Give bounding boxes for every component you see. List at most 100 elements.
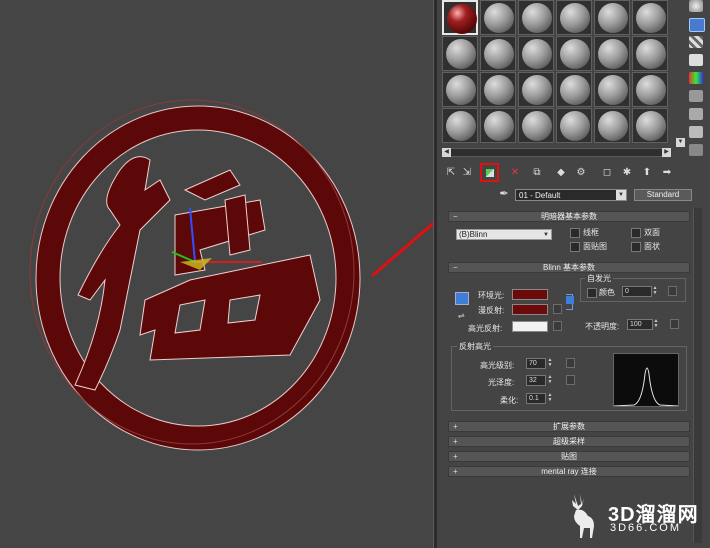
specular-color-swatch[interactable] [512,321,548,332]
spinner-arrows-icon[interactable]: ▲ ▼ [652,286,658,297]
rollout-shader-basic-params[interactable]: − 明暗器基本参数 [448,211,690,222]
rollout-title: Blinn 基本参数 [542,263,595,272]
sample-type-icon[interactable] [689,0,703,12]
diffuse-color-swatch[interactable] [512,304,548,315]
sample-slot[interactable] [632,108,668,143]
specular-level-spinner[interactable]: 70 [526,358,546,369]
select-by-material-icon[interactable] [689,126,703,138]
reset-map-icon[interactable]: ✕ [508,166,522,180]
self-illum-map-button[interactable] [668,286,677,296]
sample-slot[interactable] [594,108,630,143]
go-forward-sibling-icon[interactable]: ➡ [660,166,674,180]
specular-level-map-button[interactable] [566,358,575,368]
sample-slot[interactable] [442,108,478,143]
make-unique-icon[interactable]: ⧉ [530,166,544,180]
rollout-mental-ray-connection[interactable]: + mental ray 连接 [448,466,690,477]
sample-slot[interactable] [632,36,668,71]
sample-slot[interactable] [594,36,630,71]
sample-slot[interactable] [480,0,516,35]
rollout-maps[interactable]: + 贴图 [448,451,690,462]
uv-tiling-icon[interactable] [689,54,703,66]
background-icon[interactable] [689,36,703,48]
get-material-icon[interactable]: ⇱ [444,166,458,180]
options-icon[interactable] [689,108,703,120]
sample-slot[interactable] [442,0,478,35]
put-to-scene-icon[interactable]: ⇲ [460,166,474,180]
make-preview-icon[interactable] [689,90,703,102]
opacity-label: 不透明度: [585,322,620,331]
video-color-check-icon[interactable] [689,72,703,84]
diffuse-map-button[interactable] [553,304,562,314]
sample-slot[interactable] [556,108,592,143]
material-preview-sphere [447,4,477,34]
opacity-map-button[interactable] [670,319,679,329]
sample-slot[interactable] [594,0,630,35]
glossiness-map-button[interactable] [566,375,575,385]
glossiness-spinner[interactable]: 32 [526,375,546,386]
faceted-checkbox[interactable] [631,242,641,252]
specular-highlights-title: 反射高光 [457,341,493,352]
watermark: 3D溜溜网 3D66.COM [560,484,708,544]
put-to-library-icon[interactable]: ◆ [554,166,568,180]
rollout-extended-params[interactable]: + 扩展参数 [448,421,690,432]
specular-label: 高光反射: [468,324,503,333]
specular-map-button[interactable] [553,321,562,331]
show-map-icon[interactable]: ◻ [600,166,614,180]
soften-spinner[interactable]: 0.1 [526,393,546,404]
wire-checkbox[interactable] [570,228,580,238]
specular-level-label: 高光级别: [480,361,515,370]
show-end-result-icon[interactable]: ✱ [620,166,634,180]
rollout-title: mental ray 连接 [541,467,597,476]
go-to-parent-icon[interactable]: ⬆ [640,166,654,180]
assign-to-selection-button[interactable] [480,163,499,182]
two-sided-label: 双面 [644,228,660,237]
lock-diffuse-specular-icon: ⇌ [458,311,465,320]
eyedropper-icon[interactable]: ✒ [497,187,511,201]
backlight-icon[interactable] [689,18,705,32]
self-illum-color-checkbox[interactable] [587,288,597,298]
sample-slot[interactable] [556,72,592,107]
face-map-checkbox[interactable] [570,242,580,252]
sample-slot[interactable] [480,72,516,107]
sample-slot[interactable] [518,72,554,107]
material-name-field[interactable]: 01 - Default ▼ [515,189,627,201]
shader-dropdown[interactable]: (B)Blinn ▼ [456,229,552,240]
sample-slot[interactable] [518,36,554,71]
sample-slot[interactable] [480,36,516,71]
sample-slot[interactable] [442,36,478,71]
sample-slot[interactable] [556,36,592,71]
perspective-viewport[interactable] [0,0,433,548]
material-type-button[interactable]: Standard [634,189,692,201]
sample-slot[interactable] [442,72,478,107]
material-name-text: 01 - Default [519,191,561,200]
material-navigator-icon[interactable] [689,144,703,156]
sample-slot[interactable] [632,0,668,35]
sample-slot[interactable] [518,108,554,143]
opacity-spinner[interactable]: 100 [627,319,653,330]
scroll-down-icon[interactable]: ▼ [676,138,685,147]
assign-material-icon [486,169,494,177]
spinner-arrows-icon[interactable]: ▲ ▼ [547,375,553,386]
slots-scrollbar[interactable] [442,148,670,157]
watermark-url: 3D66.COM [610,522,682,534]
lock-ambient-diffuse-icon[interactable] [455,292,469,305]
sample-slot[interactable] [556,0,592,35]
scroll-left-icon[interactable]: ◀ [442,148,451,157]
self-illum-spinner[interactable]: 0 [622,286,652,297]
sample-slot[interactable] [518,0,554,35]
sample-slot[interactable] [480,108,516,143]
sample-slot[interactable] [632,72,668,107]
rollout-title: 扩展参数 [553,422,585,431]
spinner-arrows-icon[interactable]: ▲ ▼ [547,393,553,404]
rollout-supersampling[interactable]: + 超级采样 [448,436,690,447]
chevron-down-icon[interactable]: ▼ [616,190,626,200]
spinner-arrows-icon[interactable]: ▲ ▼ [653,319,659,330]
two-sided-checkbox[interactable] [631,228,641,238]
scroll-right-icon[interactable]: ▶ [662,148,671,157]
material-effects-channel-icon[interactable]: ⚙ [574,166,588,180]
spinner-arrows-icon[interactable]: ▲ ▼ [547,358,553,369]
ambient-color-swatch[interactable] [512,289,548,300]
rollout-blinn-basic-params[interactable]: − Blinn 基本参数 [448,262,690,273]
sample-slot[interactable] [594,72,630,107]
lock-map-icon[interactable] [566,296,574,304]
